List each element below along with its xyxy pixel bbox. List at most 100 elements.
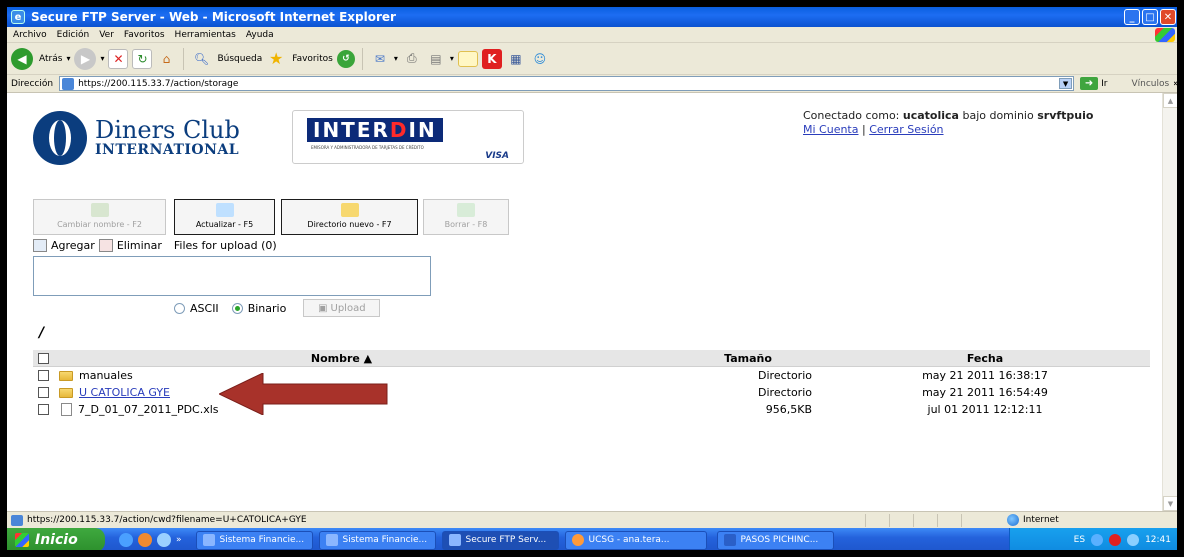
folder-icon [59,387,73,398]
size-column-header[interactable]: Tamaño [624,352,820,365]
taskbar-item-active[interactable]: Secure FTP Serv... [441,530,559,550]
back-arrow-icon[interactable]: ◀ [11,47,33,70]
row-checkbox[interactable] [38,404,49,415]
go-button[interactable]: ➜ Ir [1080,77,1107,90]
select-all-checkbox[interactable] [38,352,49,364]
table-row: manuales Directorio may 21 2011 16:38:17 [33,367,1150,384]
firefox-quicklaunch-icon[interactable] [138,533,152,547]
edit-icon[interactable]: ▤ [426,49,446,69]
search-icon[interactable]: 🔍︎ [191,49,211,69]
row-checkbox[interactable] [38,370,49,381]
minimize-button[interactable]: _ [1124,9,1140,25]
file-name-link[interactable]: U CATOLICA GYE [79,386,170,399]
refresh-button[interactable]: Actualizar - F5 [174,199,275,235]
ascii-radio[interactable] [174,302,185,314]
back-dropdown-icon[interactable]: ▾ [66,54,70,63]
rename-button[interactable]: Cambiar nombre - F2 [33,199,166,235]
taskbar-item[interactable]: Sistema Financie... [195,530,313,550]
address-dropdown-icon[interactable]: ▼ [1059,78,1073,89]
row-checkbox[interactable] [38,387,49,398]
delete-icon [457,203,475,217]
messenger-tray-icon[interactable] [1127,534,1140,546]
visa-logo: VISA [485,151,509,161]
antivirus-k-icon[interactable]: K [481,48,502,69]
file-size: 956,5KB [765,403,812,416]
delete-button[interactable]: Borrar - F8 [423,199,509,235]
diners-logo-icon [33,111,87,165]
new-directory-button[interactable]: Directorio nuevo - F7 [281,199,418,235]
back-button[interactable]: Atrás [39,54,62,64]
upload-file-list[interactable] [33,256,431,296]
my-account-link[interactable]: Mi Cuenta [803,123,859,136]
forward-dropdown-icon[interactable]: ▾ [100,54,104,63]
add-file-icon[interactable] [33,239,47,252]
taskbar-item[interactable]: Sistema Financie... [318,530,436,550]
scroll-down-icon[interactable]: ▼ [1163,496,1177,511]
file-date: jul 01 2011 12:12:11 [927,403,1043,416]
date-column-header[interactable]: Fecha [820,352,1150,365]
links-button[interactable]: Vínculos [1131,79,1169,89]
table-row: 7_D_01_07_2011_PDC.xls 956,5KB jul 01 20… [33,401,1150,418]
menu-ayuda[interactable]: Ayuda [246,30,274,40]
add-file-button[interactable]: Agregar [51,239,95,252]
mail-dropdown-icon[interactable]: ▾ [394,54,398,63]
menu-favoritos[interactable]: Favoritos [124,30,165,40]
quicklaunch-more-icon[interactable]: » [176,535,182,545]
address-url: https://200.115.33.7/action/storage [78,78,239,89]
ie-icon: e [11,10,25,24]
annotation-arrow-icon [219,373,388,415]
file-date: may 21 2011 16:54:49 [922,386,1048,399]
menu-edicion[interactable]: Edición [57,30,90,40]
logout-link[interactable]: Cerrar Sesión [869,123,943,136]
scroll-up-icon[interactable]: ▲ [1163,93,1177,108]
interdin-logo: INTERDIN EMISORA Y ADMINISTRADORA DE TAR… [292,110,524,164]
page-icon [11,514,23,526]
remove-file-button[interactable]: Eliminar [117,239,162,252]
maximize-button[interactable]: □ [1142,9,1158,25]
note-icon[interactable] [457,50,478,67]
mail-icon[interactable]: ✉ [370,49,390,69]
taskbar-item[interactable]: PASOS PICHINC... [716,530,834,550]
antivirus-tray-icon[interactable] [1109,534,1122,546]
home-icon[interactable]: ⌂ [156,49,176,69]
messenger-icon[interactable]: ☺ [530,49,550,69]
refresh-folder-icon [215,203,234,217]
address-input[interactable]: https://200.115.33.7/action/storage ▼ [59,76,1075,91]
favorites-star-icon[interactable]: ★ [266,49,286,69]
taskbar-item-label: Secure FTP Serv... [465,535,547,545]
remove-file-icon[interactable] [98,239,113,252]
taskbar-item[interactable]: UCSG - ana.tera... [564,530,707,550]
messenger-quicklaunch-icon[interactable] [157,533,171,547]
quick-launch: » [119,533,182,547]
file-name[interactable]: 7_D_01_07_2011_PDC.xls [78,403,219,416]
name-column-header[interactable]: Nombre ▲ [59,352,624,365]
menu-ver[interactable]: Ver [99,30,114,40]
vertical-scrollbar[interactable]: ▲ ▼ [1162,93,1177,511]
network-tray-icon[interactable] [1091,534,1104,546]
menu-herramientas[interactable]: Herramientas [175,30,236,40]
file-name[interactable]: manuales [79,369,133,382]
language-indicator[interactable]: ES [1074,535,1085,545]
ie-quicklaunch-icon[interactable] [119,533,133,547]
print-icon[interactable]: ⎙ [402,49,422,69]
favorites-button[interactable]: Favoritos [292,54,333,64]
firefox-window-icon [571,534,584,546]
research-icon[interactable]: ▦ [506,49,526,69]
edit-dropdown-icon[interactable]: ▾ [450,54,454,63]
binary-radio[interactable] [231,302,243,314]
upload-button[interactable]: ▣ Upload [303,299,381,317]
refresh-icon[interactable]: ↻ [132,48,153,69]
security-zone: Internet [1023,515,1059,525]
chevron-right-icon[interactable]: » [1173,79,1177,89]
file-date: may 21 2011 16:38:17 [922,369,1048,382]
close-button[interactable]: ✕ [1160,9,1176,25]
menu-archivo[interactable]: Archivo [13,30,47,40]
media-icon[interactable]: ↺ [336,49,355,68]
stop-icon[interactable]: ✕ [108,48,129,69]
address-bar: Dirección https://200.115.33.7/action/st… [7,75,1177,93]
window-title: Secure FTP Server - Web - Microsoft Inte… [31,10,396,24]
files-for-upload-label: Files for upload (0) [173,239,277,252]
start-button[interactable]: Inicio [7,528,105,550]
search-button[interactable]: Búsqueda [217,54,262,64]
forward-arrow-icon[interactable]: ▶ [74,47,97,70]
